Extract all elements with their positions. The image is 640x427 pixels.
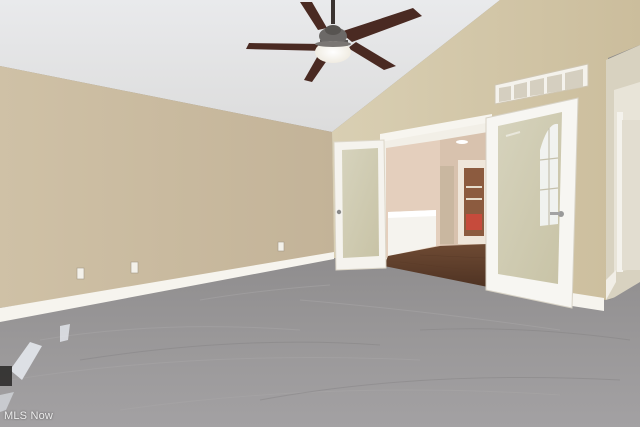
wall-outlet [130,261,139,274]
doorway [380,114,492,287]
room-illustration [0,0,640,427]
mls-watermark: MLS Now [4,410,54,422]
wall-outlet [277,241,285,252]
french-door-right [485,97,579,309]
wall-outlet [76,267,85,280]
french-door-left [333,139,387,271]
room-photo: MLS Now [0,0,640,427]
door-knob [336,209,342,215]
